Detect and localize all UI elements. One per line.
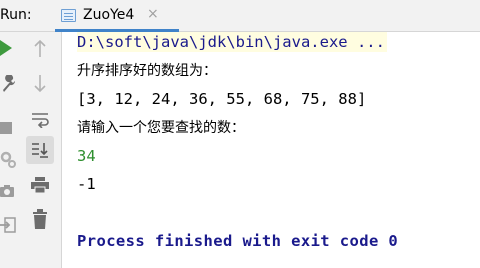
scroll-to-end-button[interactable] [26, 136, 54, 164]
close-tab-icon[interactable]: × [147, 6, 159, 22]
console-icon [61, 9, 76, 22]
tab-title: ZuoYe4 [83, 7, 135, 23]
stop-icon[interactable] [0, 122, 12, 134]
scroll-to-end-icon [32, 143, 48, 158]
search-input-prompt: 请输入一个您要查找的数： [77, 120, 245, 136]
user-input-echo: 34 [77, 147, 96, 165]
run-toolbar [0, 32, 18, 268]
down-arrow-icon[interactable] [32, 72, 48, 94]
tab-zuoye4[interactable]: ZuoYe4 × [55, 0, 179, 32]
console-output[interactable]: D:\soft\java\jdk\bin\java.exe ... 升序排序好的… [63, 32, 480, 268]
sorted-array-output: [3, 12, 24, 36, 55, 68, 75, 88] [77, 90, 367, 108]
camera-icon[interactable] [0, 184, 16, 198]
run-label: Run: [0, 7, 32, 23]
process-exit-message: Process finished with exit code 0 [77, 232, 399, 250]
trash-icon[interactable] [32, 209, 48, 229]
up-arrow-icon[interactable] [32, 38, 48, 60]
print-icon[interactable] [31, 176, 49, 194]
search-result: -1 [77, 175, 96, 193]
login-icon[interactable] [0, 217, 16, 233]
wrench-icon[interactable] [0, 75, 16, 93]
console-toolbar [18, 32, 62, 268]
run-tool-window-header: Run: ZuoYe4 × [0, 0, 480, 32]
command-line[interactable]: D:\soft\java\jdk\bin\java.exe ... [77, 32, 387, 52]
gear-icon[interactable] [0, 150, 16, 168]
soft-wrap-icon[interactable] [31, 110, 49, 128]
play-icon[interactable] [0, 40, 12, 56]
sorted-array-prompt: 升序排序好的数组为： [77, 63, 217, 79]
